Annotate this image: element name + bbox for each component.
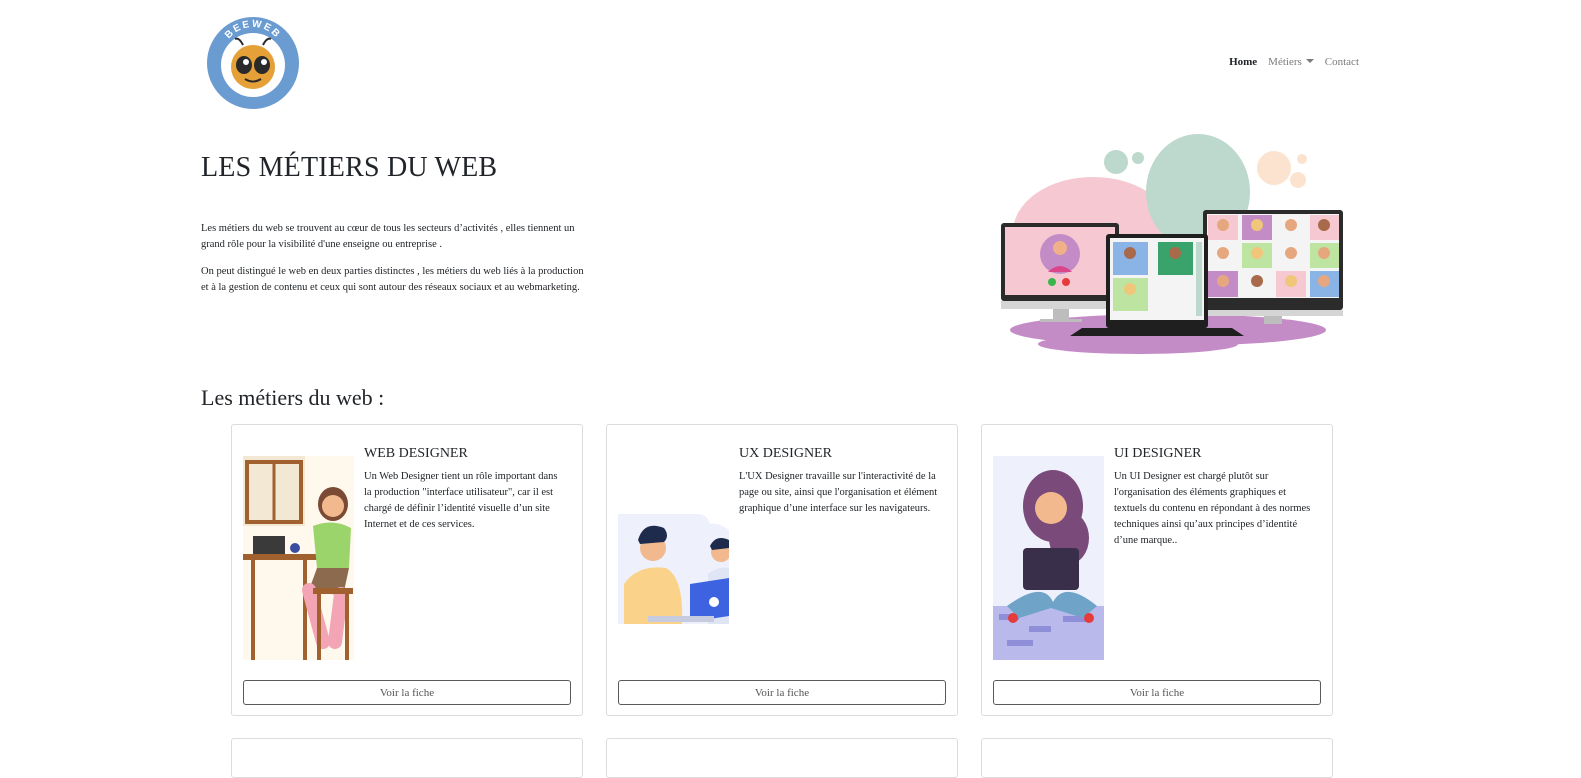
- voir-fiche-button[interactable]: Voir la fiche: [993, 680, 1321, 705]
- nav-contact[interactable]: Contact: [1325, 56, 1359, 68]
- job-card-ux-designer: UX DESIGNER L'UX Designer travaille sur …: [606, 424, 958, 716]
- card-text: Un UI Designer est chargé plutôt sur l'o…: [1114, 471, 1311, 546]
- brand-logo[interactable]: BEEWEB: [207, 17, 299, 109]
- web-designer-illustration: [243, 456, 354, 660]
- main-nav: Home Métiers Contact: [1229, 56, 1359, 68]
- section-title: Les métiers du web :: [201, 385, 385, 410]
- card-title: UI DESIGNER: [1114, 446, 1202, 461]
- hero-title: LES MÉTIERS DU WEB: [201, 152, 498, 183]
- job-card-next-row: [606, 738, 958, 778]
- voir-fiche-button[interactable]: Voir la fiche: [243, 680, 571, 705]
- card-text: Un Web Designer tient un rôle important …: [364, 471, 558, 530]
- ui-designer-illustration: [993, 456, 1104, 660]
- job-card-next-row: [231, 738, 583, 778]
- job-card-next-row: [981, 738, 1333, 778]
- nav-metiers-label[interactable]: Métiers: [1268, 56, 1302, 68]
- video-conference-illustration: [998, 132, 1344, 358]
- caret-down-icon: [1305, 59, 1314, 63]
- ux-designer-illustration: [618, 456, 731, 660]
- hero-text: Les métiers du web se trouvent au cœur d…: [201, 221, 593, 307]
- card-title: UX DESIGNER: [739, 446, 832, 461]
- voir-fiche-button[interactable]: Voir la fiche: [618, 680, 946, 705]
- job-card-web-designer: WEB DESIGNER Un Web Designer tient un rô…: [231, 424, 583, 716]
- nav-home[interactable]: Home: [1229, 56, 1257, 68]
- hero-paragraph: Les métiers du web se trouvent au cœur d…: [201, 223, 575, 250]
- hero-paragraph: On peut distingué le web en deux parties…: [201, 266, 584, 293]
- nav-metiers-dropdown[interactable]: Métiers: [1268, 56, 1314, 68]
- card-title: WEB DESIGNER: [364, 446, 468, 461]
- job-card-ui-designer: UI DESIGNER Un UI Designer est chargé pl…: [981, 424, 1333, 716]
- card-text: L'UX Designer travaille sur l'interactiv…: [739, 471, 938, 514]
